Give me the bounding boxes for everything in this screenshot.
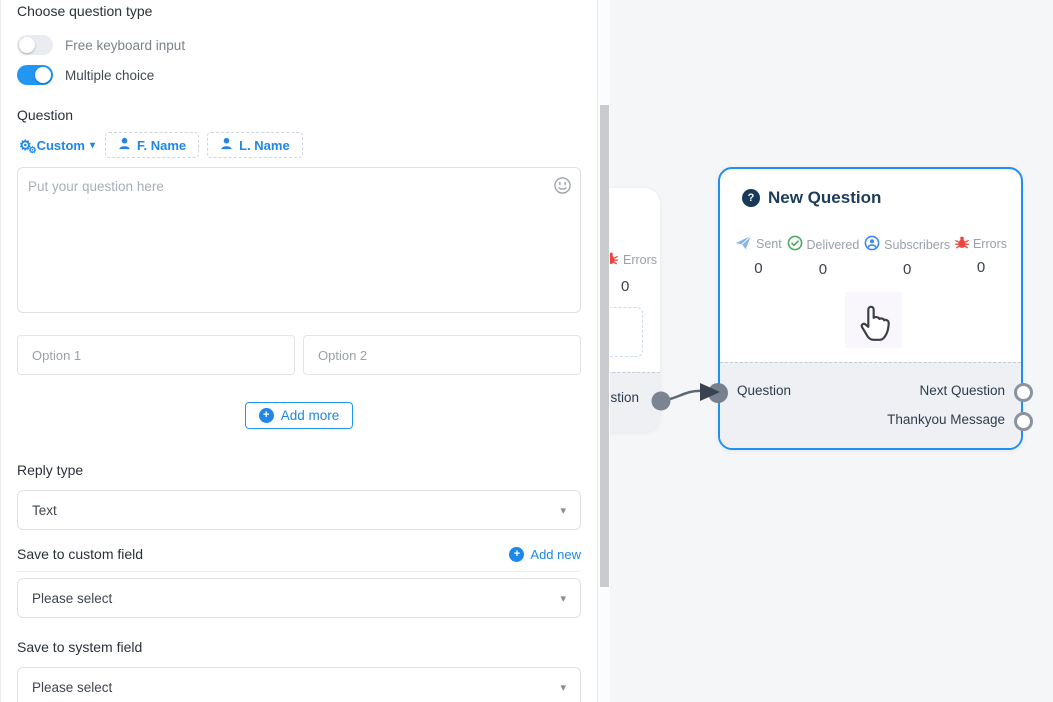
option-2-input[interactable] <box>303 335 581 375</box>
first-name-tag-button[interactable]: F. Name <box>105 132 199 158</box>
stat-subscribers: Subscribers 0 <box>864 235 950 278</box>
stat-value: 0 <box>819 261 827 278</box>
hand-pointer-cursor-icon <box>856 297 898 348</box>
output-port-label-next: Next Question <box>919 383 1005 398</box>
stat-label: Sent <box>756 237 782 251</box>
question-textarea[interactable] <box>17 167 581 313</box>
multiple-choice-toggle-row: Multiple choice <box>17 65 581 85</box>
add-more-button[interactable]: + Add more <box>245 402 354 429</box>
custom-field-value: Please select <box>32 591 112 606</box>
person-icon <box>118 137 131 153</box>
gears-icon: ⚙⚙ <box>19 138 32 152</box>
add-more-wrap: + Add more <box>17 402 581 429</box>
stat-value: 0 <box>754 260 762 277</box>
plus-circle-icon: + <box>259 408 274 423</box>
reply-type-value: Text <box>32 503 57 518</box>
drawer-scrollbar-thumb[interactable] <box>600 105 609 587</box>
last-name-tag-button[interactable]: L. Name <box>207 132 303 158</box>
question-config-drawer: Choose question type Free keyboard input… <box>0 0 598 702</box>
occluded-stat-label: Errors <box>623 253 657 267</box>
stat-label: Delivered <box>807 238 860 252</box>
reply-type-label: Reply type <box>17 462 581 478</box>
plus-circle-icon: + <box>509 547 524 562</box>
stat-label: Subscribers <box>884 238 950 252</box>
output-port-next-question[interactable] <box>1014 383 1033 402</box>
stat-label: Errors <box>973 237 1007 251</box>
option-1-input[interactable] <box>17 335 295 375</box>
stat-sent: Sent 0 <box>735 235 782 278</box>
stat-errors: Errors 0 <box>955 235 1007 278</box>
input-port-question[interactable] <box>708 383 728 403</box>
system-field-value: Please select <box>32 680 112 695</box>
question-textarea-wrap <box>17 167 581 318</box>
custom-fields-dropdown-button[interactable]: ⚙⚙ Custom ▾ <box>17 136 97 155</box>
bug-error-icon <box>955 235 969 252</box>
chevron-down-icon: ▾ <box>90 140 95 151</box>
person-icon <box>220 137 233 153</box>
save-custom-field-label: Save to custom field <box>17 546 143 562</box>
question-circle-icon: ? <box>742 189 760 207</box>
chevron-down-icon: ▾ <box>560 681 566 694</box>
add-new-field-link[interactable]: + Add new <box>509 547 581 562</box>
toggle-label: Multiple choice <box>65 68 154 83</box>
free-keyboard-toggle[interactable] <box>17 35 53 55</box>
free-keyboard-toggle-row: Free keyboard input <box>17 35 581 55</box>
stat-value: 0 <box>903 261 911 278</box>
node-ports-footer: Question Next Question Thankyou Message <box>720 362 1021 448</box>
stat-value: 0 <box>977 259 985 276</box>
output-port-thankyou-message[interactable] <box>1014 412 1033 431</box>
node-title: New Question <box>768 188 881 208</box>
node-header: ? New Question <box>742 188 881 208</box>
toggle-label: Free keyboard input <box>65 38 185 53</box>
drawer-scrollbar-track[interactable] <box>598 0 610 702</box>
node-stats-row: Sent 0 Delivered 0 <box>720 235 1021 278</box>
check-circle-icon <box>787 235 803 254</box>
save-system-field-label: Save to system field <box>17 639 581 655</box>
toggle-knob <box>35 67 51 83</box>
input-port-label: Question <box>737 383 791 398</box>
smiley-emoji-picker-icon[interactable] <box>553 176 572 200</box>
chevron-down-icon: ▾ <box>560 504 566 517</box>
person-circle-icon <box>864 235 880 254</box>
new-question-node[interactable]: ? New Question Sent 0 <box>718 167 1023 450</box>
choose-question-type-label: Choose question type <box>17 3 581 19</box>
reply-type-select[interactable]: Text ▾ <box>17 490 581 530</box>
options-row <box>17 335 581 375</box>
output-port-label-thankyou: Thankyou Message <box>887 412 1005 427</box>
paper-plane-icon <box>735 235 752 253</box>
custom-field-select[interactable]: Please select ▾ <box>17 578 581 618</box>
chevron-down-icon: ▾ <box>560 592 566 605</box>
occluded-stat-value: 0 <box>621 278 629 295</box>
multiple-choice-toggle[interactable] <box>17 65 53 85</box>
question-section-label: Question <box>17 107 581 123</box>
system-field-select[interactable]: Please select ▾ <box>17 667 581 702</box>
stat-delivered: Delivered 0 <box>787 235 860 278</box>
custom-field-row: Save to custom field + Add new <box>17 546 581 572</box>
merge-tags-row: ⚙⚙ Custom ▾ F. Name L. Name <box>17 132 581 158</box>
toggle-knob <box>19 37 35 53</box>
